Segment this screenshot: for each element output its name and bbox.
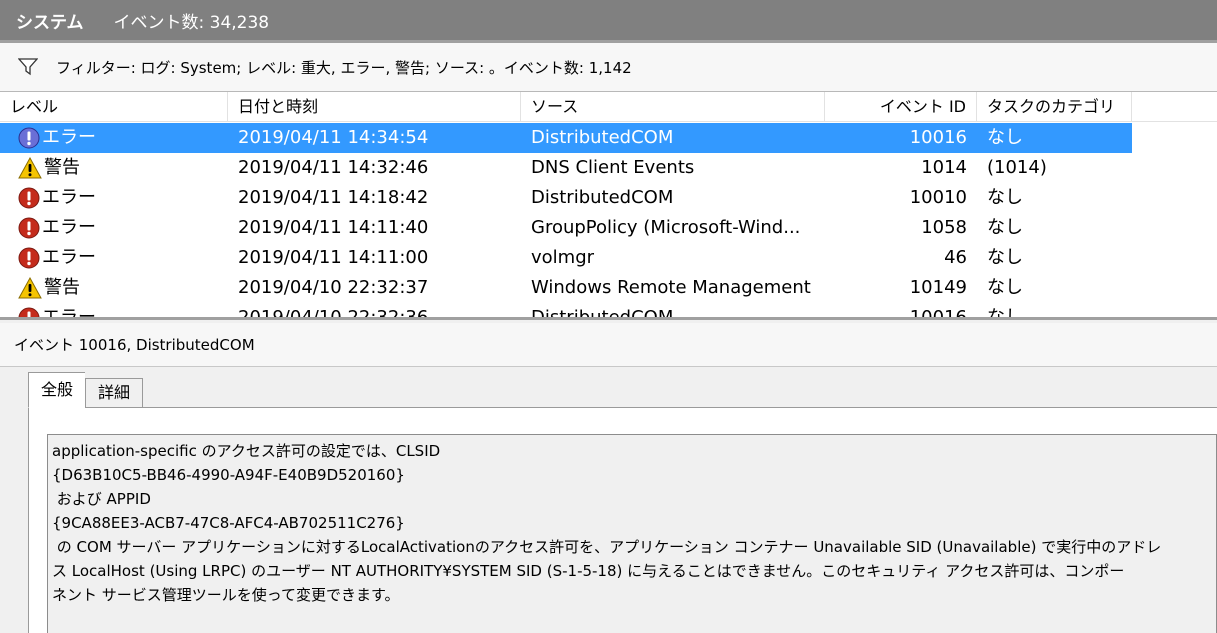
column-header-event-id[interactable]: イベント ID <box>825 92 977 122</box>
description-line: ス LocalHost (Using LRPC) のユーザー NT AUTHOR… <box>52 562 1125 580</box>
cell-datetime: 2019/04/11 14:11:00 <box>238 247 429 268</box>
event-list-header: レベル 日付と時刻 ソース イベント ID タスクのカテゴリ <box>0 92 1217 122</box>
warning-icon <box>18 277 42 299</box>
error-icon <box>18 307 40 317</box>
event-description[interactable]: application-specific のアクセス許可の設定では、CLSID {… <box>47 434 1217 633</box>
cell-event-id: 10016 <box>909 307 967 320</box>
cell-level: エラー <box>0 183 228 213</box>
cell-task-category: なし <box>987 217 1023 238</box>
level-label: エラー <box>42 187 96 208</box>
cell-source: DistributedCOM <box>531 187 674 208</box>
cell-task-category: なし <box>987 277 1023 298</box>
description-line: {9CA88EE3-ACB7-47C8-AFC4-AB702511C276} <box>52 514 405 532</box>
cell-source: volmgr <box>531 247 595 268</box>
level-label: 警告 <box>44 157 80 178</box>
table-row[interactable]: エラー 2019/04/10 22:32:36 DistributedCOM 1001… <box>0 303 1132 320</box>
cell-task-category: なし <box>987 307 1023 320</box>
detail-tabs: 全般 詳細 <box>28 372 144 408</box>
cell-datetime: 2019/04/10 22:32:36 <box>238 307 429 320</box>
column-header-task-category[interactable]: タスクのカテゴリ <box>977 92 1132 122</box>
cell-event-id: 10016 <box>909 127 967 148</box>
cell-event-id: 46 <box>944 247 967 268</box>
error-icon <box>18 247 40 269</box>
cell-task-category: なし <box>987 187 1023 208</box>
cell-event-id: 1014 <box>921 157 967 178</box>
cell-datetime: 2019/04/11 14:11:40 <box>238 217 429 238</box>
cell-event-id: 1058 <box>921 217 967 238</box>
log-title-bar: システム イベント数: 34,238 <box>0 0 1217 40</box>
level-label: エラー <box>42 127 96 148</box>
cell-event-id: 10149 <box>909 277 967 298</box>
cell-datetime: 2019/04/11 14:34:54 <box>238 127 429 148</box>
cell-task-category: なし <box>987 247 1023 268</box>
log-name: システム <box>16 12 84 33</box>
event-list[interactable]: レベル 日付と時刻 ソース イベント ID タスクのカテゴリ エラー 2019/0… <box>0 92 1217 320</box>
level-label: エラー <box>42 307 96 320</box>
table-row[interactable]: エラー 2019/04/11 14:11:40 GroupPolicy (Micro… <box>0 213 1132 243</box>
column-header-datetime[interactable]: 日付と時刻 <box>228 92 521 122</box>
cell-source: Windows Remote Management <box>531 277 811 298</box>
warning-icon <box>18 157 42 179</box>
table-row[interactable]: エラー 2019/04/11 14:34:54 DistributedCOM 1001… <box>0 123 1132 153</box>
level-label: エラー <box>42 217 96 238</box>
cell-level: エラー <box>0 213 228 243</box>
cell-level: 警告 <box>0 153 228 183</box>
table-row[interactable]: 警告 2019/04/10 22:32:37 Windows Remote Mana… <box>0 273 1132 303</box>
cell-datetime: 2019/04/11 14:18:42 <box>238 187 429 208</box>
cell-source: DNS Client Events <box>531 157 695 178</box>
table-row[interactable]: エラー 2019/04/11 14:11:00 volmgr 46 なし <box>0 243 1132 273</box>
detail-panel: application-specific のアクセス許可の設定では、CLSID {… <box>28 407 1217 633</box>
cell-event-id: 10010 <box>909 187 967 208</box>
description-line: および APPID <box>52 490 151 508</box>
column-header-source[interactable]: ソース <box>521 92 825 122</box>
event-count: イベント数: 34,238 <box>113 12 270 33</box>
error-icon <box>18 187 40 209</box>
cell-level: 警告 <box>0 273 228 303</box>
description-line: の COM サーバー アプリケーションに対するLocalActivationのア… <box>52 538 1162 556</box>
tab-details[interactable]: 詳細 <box>85 378 144 408</box>
cell-level: エラー <box>0 303 228 320</box>
funnel-icon <box>18 58 38 76</box>
error-icon <box>18 217 40 239</box>
cell-source: GroupPolicy (Microsoft-Wind... <box>531 217 801 238</box>
error-icon <box>18 127 40 149</box>
level-label: エラー <box>42 247 96 268</box>
cell-datetime: 2019/04/11 14:32:46 <box>238 157 429 178</box>
column-header-level[interactable]: レベル <box>0 92 228 122</box>
cell-datetime: 2019/04/10 22:32:37 <box>238 277 429 298</box>
cell-task-category: なし <box>987 127 1023 148</box>
cell-level: エラー <box>0 243 228 273</box>
filter-text: フィルター: ログ: System; レベル: 重大, エラー, 警告; ソース… <box>56 58 632 77</box>
description-line: ネント サービス管理ツールを使って変更できます。 <box>52 586 400 604</box>
description-line: application-specific のアクセス許可の設定では、CLSID <box>52 442 441 460</box>
cell-level: エラー <box>0 123 228 153</box>
table-row[interactable]: エラー 2019/04/11 14:18:42 DistributedCOM 1001… <box>0 183 1132 213</box>
tab-general[interactable]: 全般 <box>28 372 86 408</box>
table-row[interactable]: 警告 2019/04/11 14:32:46 DNS Client Events 10… <box>0 153 1132 183</box>
cell-task-category: (1014) <box>987 157 1047 178</box>
level-label: 警告 <box>44 277 80 298</box>
cell-source: DistributedCOM <box>531 307 674 320</box>
filter-bar: フィルター: ログ: System; レベル: 重大, エラー, 警告; ソース… <box>0 40 1217 92</box>
cell-source: DistributedCOM <box>531 127 674 148</box>
event-detail-title: イベント 10016, DistributedCOM <box>0 323 1217 367</box>
description-line: {D63B10C5-BB46-4990-A94F-E40B9D520160} <box>52 466 405 484</box>
column-header-filler <box>1132 92 1217 122</box>
